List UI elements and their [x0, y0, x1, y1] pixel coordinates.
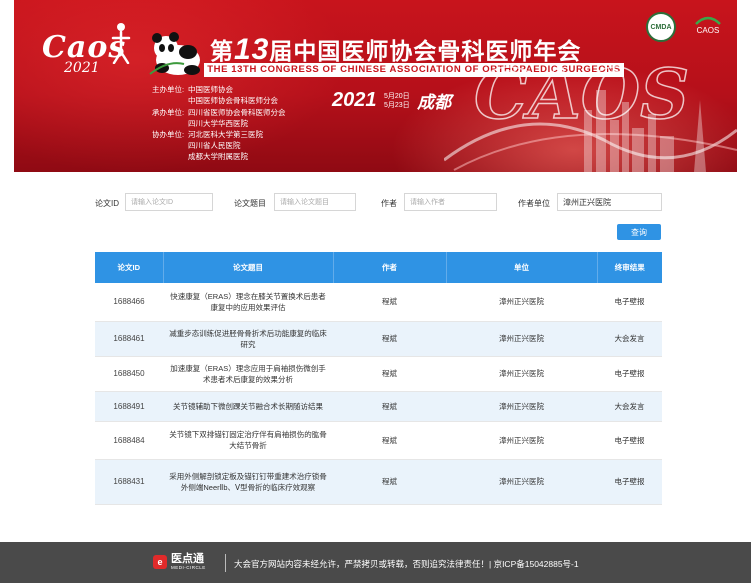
organizer-co-line: 成都大学附属医院	[188, 152, 248, 161]
caos-small-logo-mark-icon	[695, 16, 721, 25]
cell-author: 程斌	[333, 459, 446, 505]
table-row: 1688491 关节镜辅助下微创踝关节融合术长期随访结果 程斌 漳州正兴医院 大…	[95, 391, 662, 422]
footer-brand-name: 医点通	[171, 553, 204, 565]
organizer-host: 主办单位: 中国医师协会 中国医师协会骨科医师分会	[152, 84, 278, 106]
organizer-host-line: 中国医师协会骨科医师分会	[188, 96, 278, 105]
cell-unit: 漳州正兴医院	[446, 391, 597, 422]
cell-paper-id: 1688484	[95, 421, 163, 460]
cell-author: 程斌	[333, 356, 446, 392]
organizer-co-label: 协办单位:	[152, 130, 185, 139]
cell-unit: 漳州正兴医院	[446, 283, 597, 322]
cell-paper-title: 关节镜下双排锚钉固定治疗伴有肩袖损伤的肱骨大结节骨折	[163, 421, 333, 460]
congress-date-year: 2021	[332, 89, 377, 111]
table-row: 1688431 采用外侧解剖锁定板及锚钉钉带重建术治疗锁骨外侧端NeerⅡb、Ⅴ…	[95, 459, 662, 505]
site-footer: e 医点通 MEDI-CIRCLE 大会官方网站内容未经允许，严禁拷贝或转载，否…	[0, 542, 751, 583]
cell-final-result: 大会发言	[597, 391, 662, 422]
table-row: 1688466 快速康复（ERAS）理念在膝关节置换术后患者康复中的应用效果评估…	[95, 283, 662, 322]
cell-paper-id: 1688491	[95, 391, 163, 422]
cmda-logo: CMDA	[646, 12, 676, 42]
footer-brand-text: 医点通 MEDI-CIRCLE	[171, 553, 206, 570]
cell-paper-title: 快速康复（ERAS）理念在膝关节置换术后患者康复中的应用效果评估	[163, 283, 333, 322]
search-form: 论文ID 论文题目 作者 作者单位	[0, 193, 751, 217]
table-header-row: 论文ID 论文题目 作者 单位 终审结果	[95, 252, 662, 283]
results-table: 论文ID 论文题目 作者 单位 终审结果 1688466 快速康复（ERAS）理…	[95, 252, 662, 505]
congress-date-days: 5月20日 5月23日	[384, 92, 410, 110]
caos-small-logo-text: CAOS	[696, 26, 720, 35]
panda-icon	[149, 32, 200, 75]
skyline-caos-text: CAOS	[474, 55, 689, 135]
organizer-co-line: 四川省人民医院	[188, 141, 241, 150]
cell-unit: 漳州正兴医院	[446, 421, 597, 460]
header-paper-title: 论文题目	[163, 252, 334, 283]
cell-paper-id: 1688466	[95, 283, 163, 322]
header-unit: 单位	[446, 252, 598, 283]
footer-brand[interactable]: e 医点通 MEDI-CIRCLE	[153, 553, 206, 570]
footer-divider	[225, 554, 226, 572]
cell-unit: 漳州正兴医院	[446, 321, 597, 357]
city-skyline-graphic: CAOS	[444, 54, 737, 172]
query-button[interactable]: 查询	[617, 224, 661, 240]
caos-small-logo: CAOS	[686, 12, 730, 38]
paper-title-label: 论文题目	[234, 199, 266, 208]
cell-author: 程斌	[333, 391, 446, 422]
cell-author: 程斌	[333, 283, 446, 322]
cell-unit: 漳州正兴医院	[446, 459, 597, 505]
cell-paper-id: 1688431	[95, 459, 163, 505]
congress-date-end: 5月23日	[383, 101, 410, 109]
organizer-undertaker: 承办单位: 四川省医师协会骨科医师分会 四川大学华西医院	[152, 107, 286, 129]
table-row: 1688484 关节镜下双排锚钉固定治疗伴有肩袖损伤的肱骨大结节骨折 程斌 漳州…	[95, 421, 662, 460]
cell-paper-title: 采用外侧解剖锁定板及锚钉钉带重建术治疗锁骨外侧端NeerⅡb、Ⅴ型骨折的临床疗效…	[163, 459, 333, 505]
header-author: 作者	[333, 252, 447, 283]
organizer-undertaker-line: 四川省医师协会骨科医师分会	[188, 108, 286, 117]
table-row: 1688450 加速康复（ERAS）理念应用于肩袖损伤微创手术患者术后康复的效果…	[95, 356, 662, 392]
congress-title-prefix: 第	[210, 38, 234, 64]
congress-date: 2021 5月20日 5月23日 成都	[332, 88, 451, 113]
cell-unit: 漳州正兴医院	[446, 356, 597, 392]
cell-paper-title: 关节镜辅助下微创踝关节融合术长期随访结果	[163, 391, 333, 422]
cell-paper-id: 1688450	[95, 356, 163, 392]
footer-brand-sub: MEDI-CIRCLE	[171, 565, 206, 570]
cell-paper-title: 加速康复（ERAS）理念应用于肩袖损伤微创手术患者术后康复的效果分析	[163, 356, 333, 392]
header-final-result: 终审结果	[597, 252, 662, 283]
cell-paper-id: 1688461	[95, 321, 163, 357]
organizer-undertaker-label: 承办单位:	[152, 108, 185, 117]
organizer-co-line: 河北医科大学第三医院	[188, 130, 263, 139]
cell-final-result: 电子壁报	[597, 356, 662, 392]
author-unit-label: 作者单位	[518, 199, 550, 208]
paper-title-input[interactable]	[274, 193, 356, 211]
medi-circle-logo-icon: e	[153, 554, 167, 569]
table-row: 1688461 减重步态训练促进胫骨骨折术后功能康复的临床研究 程斌 漳州正兴医…	[95, 321, 662, 357]
cell-final-result: 电子壁报	[597, 283, 662, 322]
author-input[interactable]	[404, 193, 497, 211]
cell-author: 程斌	[333, 321, 446, 357]
author-label: 作者	[381, 199, 397, 208]
paper-id-input[interactable]	[125, 193, 213, 211]
congress-banner: Caos 2021 第13届中国医师协会骨科医师年会 THE 13TH CONG…	[14, 0, 737, 172]
author-unit-input[interactable]	[557, 193, 662, 211]
organizer-co: 协办单位: 河北医科大学第三医院 四川省人民医院 成都大学附属医院	[152, 129, 263, 162]
cell-final-result: 电子壁报	[597, 459, 662, 505]
cell-paper-title: 减重步态训练促进胫骨骨折术后功能康复的临床研究	[163, 321, 333, 357]
organizer-host-label: 主办单位:	[152, 85, 185, 94]
cell-author: 程斌	[333, 421, 446, 460]
congress-title-number: 13	[234, 33, 270, 66]
caos-logo-year: 2021	[64, 60, 100, 76]
cell-final-result: 电子壁报	[597, 421, 662, 460]
caos-figure-icon	[111, 23, 131, 64]
header-paper-id: 论文ID	[95, 252, 164, 283]
organizer-host-line: 中国医师协会	[188, 85, 233, 94]
footer-copyright-notice: 大会官方网站内容未经允许，严禁拷贝或转载，否则追究法律责任！| 京ICP备150…	[234, 559, 579, 569]
cell-final-result: 大会发言	[597, 321, 662, 357]
paper-id-label: 论文ID	[95, 199, 119, 208]
organizer-undertaker-line: 四川大学华西医院	[188, 119, 248, 128]
congress-date-start: 5月20日	[383, 92, 410, 100]
